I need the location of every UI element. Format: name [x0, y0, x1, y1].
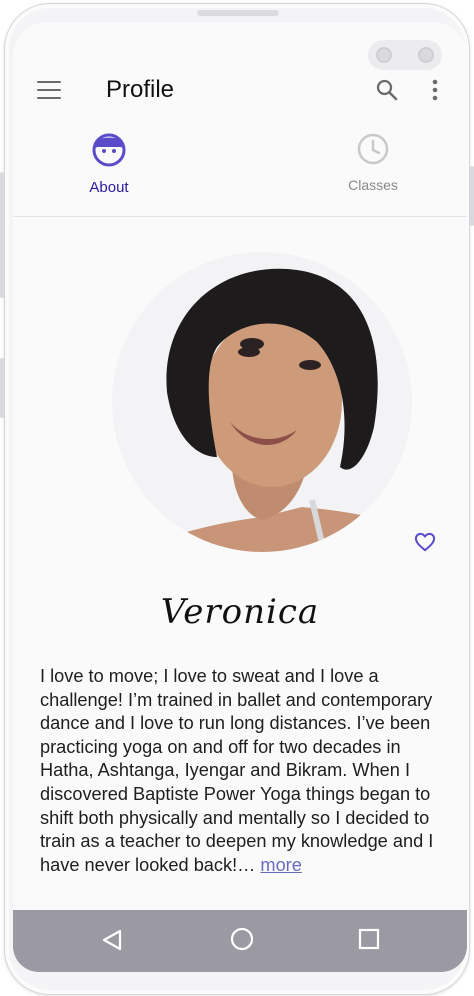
more-link[interactable]: more — [260, 855, 301, 875]
front-camera — [368, 40, 442, 70]
tab-about[interactable]: About — [49, 132, 169, 196]
more-vert-icon[interactable] — [431, 79, 439, 101]
system-nav-bar — [13, 910, 467, 972]
power-button — [470, 166, 474, 226]
clock-icon — [357, 133, 389, 165]
tab-classes[interactable]: Classes — [313, 132, 433, 193]
heart-icon[interactable] — [414, 532, 436, 552]
search-icon[interactable] — [375, 78, 399, 102]
side-button — [0, 358, 4, 418]
tab-about-label: About — [89, 179, 129, 196]
back-icon[interactable] — [101, 928, 123, 952]
menu-icon[interactable] — [37, 81, 61, 99]
tab-classes-label: Classes — [348, 177, 398, 193]
profile-bio: I love to move; I love to sweat and I lo… — [40, 665, 445, 877]
camera-lens — [376, 47, 392, 63]
home-icon[interactable] — [229, 926, 255, 952]
bio-text: I love to move; I love to sweat and I lo… — [40, 666, 434, 875]
phone-frame: Profile About Classes Veronica I love to… — [4, 3, 470, 995]
tab-bar: About Classes — [13, 132, 467, 217]
camera-lens — [418, 47, 434, 63]
volume-button — [0, 172, 4, 298]
profile-photo — [112, 252, 412, 552]
face-icon — [92, 133, 126, 167]
screen: Profile About Classes Veronica I love to… — [13, 22, 467, 972]
earpiece — [197, 10, 279, 16]
page-title: Profile — [106, 76, 175, 103]
app-bar: Profile — [13, 72, 467, 112]
recents-icon[interactable] — [358, 928, 380, 950]
profile-photo-illustration — [112, 252, 412, 552]
profile-name: Veronica — [160, 592, 320, 632]
